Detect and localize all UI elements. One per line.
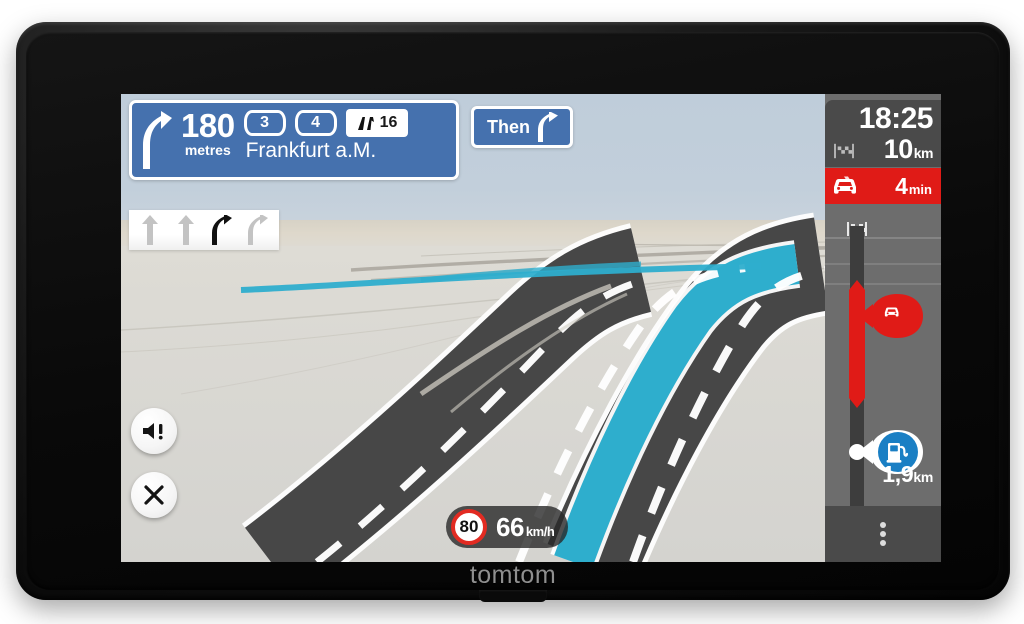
then-instruction-panel[interactable]: Then: [471, 106, 573, 148]
route-bar[interactable]: 18:25 10km 4min 1,9km: [825, 94, 941, 562]
distance-to-next-event: 1,9km: [882, 461, 933, 488]
current-speed-value: 66: [496, 511, 524, 542]
remaining-distance-row: 10km: [833, 133, 934, 165]
speed-panel[interactable]: 80 66 km/h: [446, 506, 569, 548]
exit-shield-row: 3 4 16: [243, 109, 446, 137]
distance-unit: metres: [184, 142, 231, 159]
instruction-details: 3 4 16 Frankfurt a.M.: [242, 109, 446, 162]
navigation-screen[interactable]: 180 metres 3 4 16 Frankfurt a.M. Then 18…: [121, 94, 941, 562]
distance-to-next-unit: km: [913, 469, 933, 485]
route-event-traffic-jam: [858, 294, 923, 338]
close-button[interactable]: [131, 472, 177, 518]
kebab-menu-icon-dot-3: [880, 540, 886, 546]
traffic-delay-value: 4min: [895, 173, 932, 200]
remaining-distance: 10km: [883, 133, 934, 165]
route-bar-menu-button[interactable]: [825, 506, 941, 562]
eta-panel[interactable]: 18:25 10km: [825, 100, 941, 167]
arrival-time: 18:25: [858, 102, 934, 135]
close-icon: [144, 485, 164, 505]
lane-guidance-bar: [129, 210, 279, 250]
kebab-menu-icon-dot-1: [880, 522, 886, 528]
distance-to-maneuver: 180 metres: [181, 107, 235, 159]
road-number: 16: [379, 114, 398, 131]
traffic-delay-banner[interactable]: 4min: [825, 168, 941, 204]
turn-slight-right-arrow-icon: [143, 111, 172, 169]
next-instruction-panel[interactable]: 180 metres 3 4 16 Frankfurt a.M.: [129, 100, 459, 180]
remaining-distance-unit: km: [913, 144, 934, 161]
then-turn-slight-right-arrow-icon: [538, 112, 558, 142]
sound-alert-button[interactable]: [131, 408, 177, 454]
device-mount-notch: [479, 590, 547, 602]
lane-arrow-straight-inactive-2: [178, 215, 194, 245]
speed-limit-sign: 80: [451, 509, 487, 545]
speed-unit: km/h: [525, 523, 555, 539]
kebab-menu-icon-dot-2: [880, 531, 886, 537]
lane-arrow-slight-right-inactive: [248, 215, 268, 245]
destination-name: Frankfurt a.M.: [245, 139, 377, 162]
delay-unit: min: [908, 181, 932, 197]
exit-shield-1: 3: [243, 110, 286, 136]
speaker-alert-icon: [143, 423, 163, 440]
autobahn-shield-icon: [357, 116, 374, 130]
distance-to-next-value: 1,9: [882, 461, 914, 487]
brand-logo: tomtom: [469, 561, 557, 589]
traffic-car-icon: [834, 176, 856, 194]
exit-shield-2: 4: [294, 110, 337, 136]
road-number-shield: 16: [345, 109, 408, 137]
current-speed: 66 km/h: [496, 511, 555, 543]
lane-arrow-slight-right-active: [212, 215, 232, 245]
remaining-distance-value: 10: [883, 133, 914, 164]
distance-value: 180: [181, 107, 235, 144]
checkered-flag-icon: [834, 143, 854, 158]
delay-minutes: 4: [895, 172, 908, 199]
lane-arrow-straight-inactive-1: [142, 215, 158, 245]
then-label: Then: [487, 116, 530, 137]
gps-device: tomtom 180 metres 3 4 16 Frankfurt a.M. …: [16, 22, 1010, 602]
